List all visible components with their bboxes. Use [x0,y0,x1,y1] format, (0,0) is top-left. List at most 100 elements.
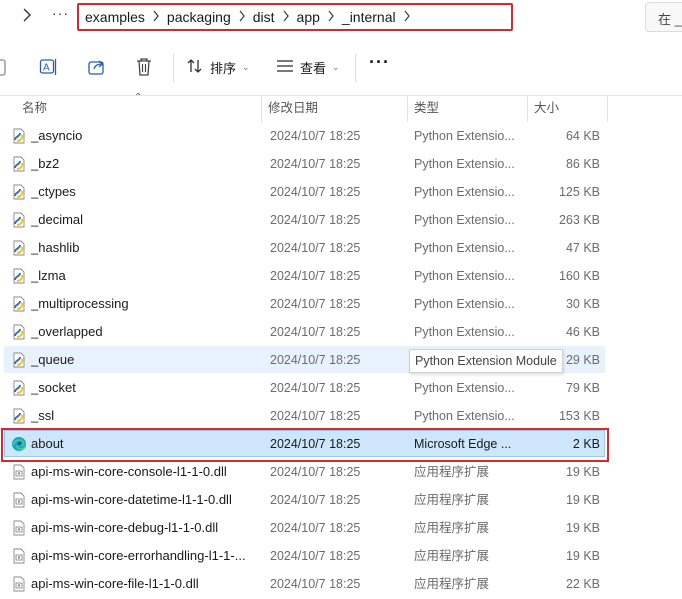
breadcrumb-item[interactable]: app [297,9,320,25]
file-row[interactable]: _socket 2024/10/7 18:25 Python Extensio...… [0,374,682,402]
toolbar-divider [355,54,356,82]
file-date: 2024/10/7 18:25 [270,241,361,255]
file-row[interactable]: _overlapped 2024/10/7 18:25 Python Extensi… [0,318,682,346]
column-header-name[interactable]: 名称 [16,96,262,122]
breadcrumb-item[interactable]: dist [253,9,275,25]
file-size: 46 KB [565,325,600,339]
column-header-type[interactable]: 类型 [408,96,528,122]
file-name: api-ms-win-core-debug-l1-1-0.dll [31,520,219,535]
tooltip: Python Extension Module [409,349,563,373]
file-type: Python Extensio... [414,409,515,423]
file-row[interactable]: api-ms-win-core-debug-l1-1-0.dll 2024/10/… [0,514,682,542]
file-date: 2024/10/7 18:25 [270,409,361,423]
file-size: 30 KB [565,297,600,311]
file-row[interactable]: api-ms-win-core-console-l1-1-0.dll 2024/1… [0,458,682,486]
annotation-box [1,428,609,462]
file-type: Python Extensio... [414,129,515,143]
dll-file-icon [11,492,27,508]
column-header-size[interactable]: 大小 [528,96,608,122]
file-name: _socket [31,380,76,395]
file-name: _overlapped [31,324,103,339]
file-row[interactable]: _bz2 2024/10/7 18:25 Python Extensio... 86 … [0,150,682,178]
column-header-date[interactable]: 修改日期 [262,96,408,122]
breadcrumb[interactable]: examples packaging dist app _internal [77,3,513,31]
python-extension-icon [11,296,27,312]
file-type: 应用程序扩展 [414,465,490,479]
file-name: api-ms-win-core-errorhandling-l1-1-... [31,548,246,563]
chevron-right-icon[interactable] [396,10,418,25]
chevron-right-icon[interactable] [320,10,342,25]
delete-icon[interactable] [135,57,155,77]
file-size: 47 KB [565,241,600,255]
python-extension-icon [11,212,27,228]
file-size: 22 KB [565,577,600,591]
file-size: 125 KB [558,185,600,199]
more-options-button[interactable]: ··· [369,52,390,73]
file-row[interactable]: _ctypes 2024/10/7 18:25 Python Extensio...… [0,178,682,206]
file-row[interactable]: api-ms-win-core-errorhandling-l1-1-... 20… [0,542,682,570]
file-name: _ssl [31,408,55,423]
file-name: api-ms-win-core-console-l1-1-0.dll [31,464,227,479]
rename-icon[interactable]: A [39,57,59,77]
file-type: 应用程序扩展 [414,549,490,563]
file-size: 19 KB [565,465,600,479]
breadcrumb-item[interactable]: examples [85,9,145,25]
file-date: 2024/10/7 18:25 [270,269,361,283]
file-type: Python Extensio... [414,381,515,395]
file-type: Python Extensio... [414,213,515,227]
file-row[interactable]: api-ms-win-core-file-l1-1-0.dll 2024/10/7… [0,570,682,598]
more-crumbs-button[interactable]: ··· [52,5,72,23]
file-size: 86 KB [565,157,600,171]
view-button[interactable]: 查看 ⌄ [276,56,340,78]
file-name: api-ms-win-core-file-l1-1-0.dll [31,576,199,591]
file-size: 79 KB [565,381,600,395]
dll-file-icon [11,464,27,480]
chevron-right-icon[interactable] [145,10,167,25]
file-date: 2024/10/7 18:25 [270,493,361,507]
file-name: _multiprocessing [31,296,129,311]
file-name: _lzma [31,268,66,283]
file-size: 263 KB [558,213,600,227]
toolbar-divider [173,54,174,82]
file-type: Python Extensio... [414,269,515,283]
file-row[interactable]: _ssl 2024/10/7 18:25 Python Extensio... 153… [0,402,682,430]
sort-button[interactable]: 排序 ⌄ [186,56,250,78]
file-type: Python Extensio... [414,241,515,255]
file-row[interactable]: _decimal 2024/10/7 18:25 Python Extensio..… [0,206,682,234]
chevron-right-icon[interactable] [275,10,297,25]
file-type: 应用程序扩展 [414,493,490,507]
python-extension-icon [11,324,27,340]
file-row[interactable]: api-ms-win-core-datetime-l1-1-0.dll 2024/… [0,486,682,514]
share-icon[interactable] [87,57,107,77]
python-extension-icon [11,156,27,172]
breadcrumb-item[interactable]: packaging [167,9,231,25]
file-size: 19 KB [565,521,600,535]
file-size: 64 KB [565,129,600,143]
python-extension-icon [11,408,27,424]
file-size: 19 KB [565,493,600,507]
file-name: _queue [31,352,75,367]
view-list-icon [276,57,294,78]
file-row[interactable]: _asyncio 2024/10/7 18:25 Python Extensio..… [0,122,682,150]
sort-icon [186,57,204,78]
python-extension-icon [11,380,27,396]
file-size: 19 KB [565,549,600,563]
file-row[interactable]: _lzma 2024/10/7 18:25 Python Extensio... 16… [0,262,682,290]
file-type: Python Extensio... [414,325,515,339]
chevron-right-icon[interactable] [231,10,253,25]
file-list: _asyncio 2024/10/7 18:25 Python Extensio..… [0,122,682,598]
python-extension-icon [11,128,27,144]
file-row[interactable]: _hashlib 2024/10/7 18:25 Python Extensio..… [0,234,682,262]
file-size: 160 KB [558,269,600,283]
breadcrumb-item[interactable]: _internal [342,9,396,25]
command-bar: A 排序 ⌄ 查看 ⌄ ··· [0,40,682,96]
paste-icon[interactable] [0,57,12,77]
file-name: _ctypes [31,184,76,199]
file-type: 应用程序扩展 [414,521,490,535]
file-row[interactable]: _multiprocessing 2024/10/7 18:25 Python Ex… [0,290,682,318]
file-name: _hashlib [31,240,80,255]
column-header: 名称 修改日期 类型 大小 [0,96,682,122]
search-input[interactable]: 在 _ [645,2,682,32]
chevron-right-icon[interactable] [22,8,42,26]
file-row[interactable]: _queue2024/10/7 18:25Python Extensio...2… [0,346,682,374]
